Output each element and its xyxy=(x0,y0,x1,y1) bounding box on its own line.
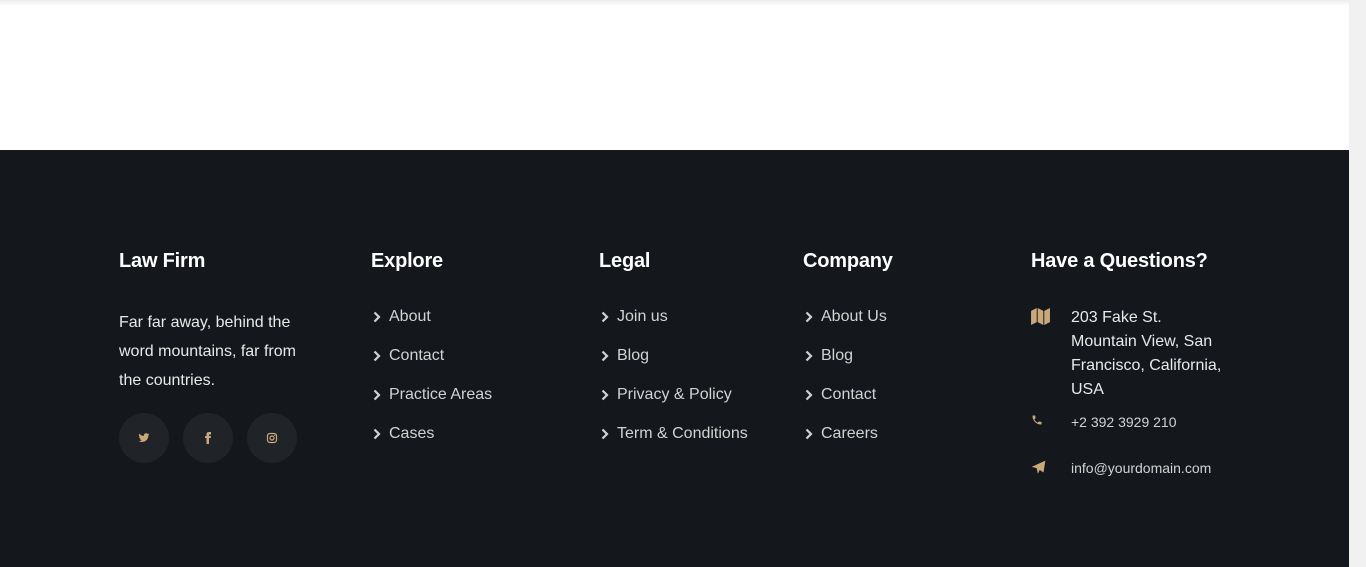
twitter-button[interactable] xyxy=(119,413,169,463)
footer-company-title: Company xyxy=(803,250,893,272)
footer-link-label: Blog xyxy=(617,346,650,364)
paper-plane-icon xyxy=(1031,458,1071,475)
chevron-right-icon xyxy=(803,428,815,440)
footer-link-label: Term & Conditions xyxy=(617,424,748,442)
footer-link-label: Contact xyxy=(389,346,445,364)
footer-col-contact: Have a Questions? 203 Fake St. Mountain … xyxy=(1031,250,1231,478)
footer-link-terms-conditions[interactable]: Term & Conditions xyxy=(599,414,748,453)
phone-text: +2 392 3929 210 xyxy=(1071,414,1177,430)
footer-link-company-blog[interactable]: Blog xyxy=(803,336,893,375)
footer-link-cases[interactable]: Cases xyxy=(371,414,492,453)
footer-company-links: About Us Blog Contact Careers xyxy=(803,297,893,453)
footer-link-label: About xyxy=(389,307,431,325)
footer-link-careers[interactable]: Careers xyxy=(803,414,893,453)
footer-about-text: Far far away, behind the word mountains,… xyxy=(119,314,296,389)
chevron-right-icon xyxy=(803,389,815,401)
footer-link-privacy-policy[interactable]: Privacy & Policy xyxy=(599,375,748,414)
chevron-right-icon xyxy=(371,389,383,401)
footer-contact-title: Have a Questions? xyxy=(1031,250,1208,272)
footer-explore-title: Explore xyxy=(371,250,443,272)
footer-link-label: Contact xyxy=(821,385,877,403)
footer-link-label: Cases xyxy=(389,424,435,442)
footer-legal-links: Join us Blog Privacy & Policy Term & Con… xyxy=(599,297,748,453)
instagram-icon xyxy=(266,432,278,444)
footer-link-blog[interactable]: Blog xyxy=(599,336,748,375)
chevron-right-icon xyxy=(371,350,383,362)
header-shadow xyxy=(0,0,1349,6)
footer-link-label: Join us xyxy=(617,307,668,325)
chevron-right-icon xyxy=(599,311,611,323)
footer-link-practice-areas[interactable]: Practice Areas xyxy=(371,375,492,414)
contact-email[interactable]: info@yourdomain.com xyxy=(1031,458,1231,478)
chevron-right-icon xyxy=(371,311,383,323)
address-text: 203 Fake St. Mountain View, San Francisc… xyxy=(1071,309,1222,398)
page-content-area xyxy=(0,0,1349,150)
footer-legal-title: Legal xyxy=(599,250,651,272)
instagram-button[interactable] xyxy=(247,413,297,463)
phone-icon xyxy=(1031,412,1071,426)
footer-col-legal: Legal Join us Blog Privacy & Policy Term… xyxy=(599,250,748,453)
footer-col-explore: Explore About Contact Practice Areas Cas… xyxy=(371,250,492,453)
footer-link-company-contact[interactable]: Contact xyxy=(803,375,893,414)
scrollbar[interactable] xyxy=(1349,0,1366,567)
footer-link-about[interactable]: About xyxy=(371,297,492,336)
chevron-right-icon xyxy=(599,389,611,401)
footer-link-label: About Us xyxy=(821,307,887,325)
facebook-icon xyxy=(205,432,211,444)
email-text: info@yourdomain.com xyxy=(1071,460,1212,476)
contact-info: 203 Fake St. Mountain View, San Francisc… xyxy=(1031,306,1231,478)
footer-col-about: Law Firm Far far away, behind the word m… xyxy=(119,250,309,463)
footer-link-label: Practice Areas xyxy=(389,385,493,403)
chevron-right-icon xyxy=(371,428,383,440)
footer-link-join-us[interactable]: Join us xyxy=(599,297,748,336)
chevron-right-icon xyxy=(803,350,815,362)
chevron-right-icon xyxy=(803,311,815,323)
facebook-button[interactable] xyxy=(183,413,233,463)
map-icon xyxy=(1031,306,1071,325)
footer-link-label: Careers xyxy=(821,424,878,442)
chevron-right-icon xyxy=(599,350,611,362)
footer-col-company: Company About Us Blog Contact Careers xyxy=(803,250,893,453)
footer-link-label: Blog xyxy=(821,346,854,364)
footer-link-about-us[interactable]: About Us xyxy=(803,297,893,336)
footer-explore-links: About Contact Practice Areas Cases xyxy=(371,297,492,453)
site-footer: Law Firm Far far away, behind the word m… xyxy=(0,150,1349,567)
chevron-right-icon xyxy=(599,428,611,440)
twitter-icon xyxy=(138,433,150,443)
footer-link-label: Privacy & Policy xyxy=(617,385,732,403)
contact-address: 203 Fake St. Mountain View, San Francisc… xyxy=(1031,306,1231,402)
footer-about-title: Law Firm xyxy=(119,250,206,272)
social-links xyxy=(119,413,309,463)
contact-phone[interactable]: +2 392 3929 210 xyxy=(1031,412,1231,432)
footer-link-contact[interactable]: Contact xyxy=(371,336,492,375)
